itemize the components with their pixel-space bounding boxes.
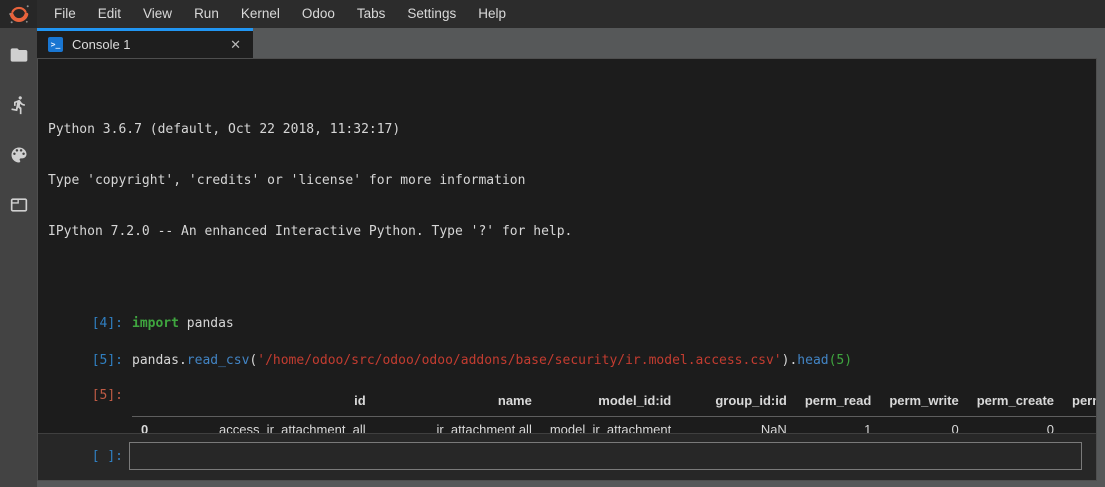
odoo-logo-icon <box>8 3 30 25</box>
sidebar-item-commands[interactable] <box>8 144 30 166</box>
dock-panel: >_ Console 1 ✕ Python 3.6.7 (default, Oc… <box>37 28 1105 487</box>
column-header: perm_create <box>968 388 1063 417</box>
column-header: group_id:id <box>680 388 796 417</box>
table-cell: NaN <box>680 417 796 434</box>
menu-file[interactable]: File <box>43 0 87 28</box>
banner-line-1: Python 3.6.7 (default, Oct 22 2018, 11:3… <box>48 121 1096 138</box>
menu-view[interactable]: View <box>132 0 183 28</box>
column-header: perm_write <box>880 388 967 417</box>
console-input[interactable] <box>129 442 1082 470</box>
table-cell: 0 <box>1063 417 1096 434</box>
string-token: '/home/odoo/src/odoo/odoo/addons/base/se… <box>257 353 781 368</box>
menu-help[interactable]: Help <box>467 0 517 28</box>
column-header: id <box>157 388 374 417</box>
console-input-area: [ ]: <box>38 433 1096 480</box>
table-cell: access_ir_attachment_all <box>157 417 374 434</box>
table-cell: 0 <box>880 417 967 434</box>
code-cell-4: [4]: import pandas <box>38 316 1096 331</box>
row-index: 0 <box>132 417 157 434</box>
function-token: head <box>797 353 828 368</box>
sidebar-item-running-sessions[interactable] <box>8 94 30 116</box>
output-prompt-5: [5]: <box>38 388 123 403</box>
input-prompt-4: [4]: <box>38 316 123 331</box>
table-cell: 1 <box>796 417 880 434</box>
keyword-token: import <box>132 316 179 331</box>
table-row: 0 access_ir_attachment_all ir_attachment… <box>132 417 1096 434</box>
menu-kernel[interactable]: Kernel <box>230 0 291 28</box>
banner-line-3: IPython 7.2.0 -- An enhanced Interactive… <box>48 223 1096 240</box>
menu-bar: File Edit View Run Kernel Odoo Tabs Sett… <box>0 0 1105 28</box>
index-header <box>132 388 157 417</box>
sidebar-item-open-tabs[interactable] <box>8 194 30 216</box>
jupyterlab-window: File Edit View Run Kernel Odoo Tabs Sett… <box>0 0 1105 487</box>
console-log: Python 3.6.7 (default, Oct 22 2018, 11:3… <box>38 59 1096 433</box>
code-line-4: import pandas <box>132 316 234 331</box>
menu-odoo[interactable]: Odoo <box>291 0 346 28</box>
menu-tabs[interactable]: Tabs <box>346 0 397 28</box>
number-token: (5) <box>829 353 852 368</box>
table-header-row: id name model_id:id group_id:id perm_rea… <box>132 388 1096 417</box>
kernel-banner: Python 3.6.7 (default, Oct 22 2018, 11:3… <box>48 87 1096 274</box>
banner-line-2: Type 'copyright', 'credits' or 'license'… <box>48 172 1096 189</box>
tab-label: Console 1 <box>72 37 219 52</box>
empty-input-prompt: [ ]: <box>38 449 123 464</box>
function-token: read_csv <box>187 353 250 368</box>
code-token: pandas <box>179 316 234 331</box>
odoo-logo <box>0 0 37 28</box>
column-header: model_id:id <box>541 388 680 417</box>
column-header: name <box>375 388 541 417</box>
running-man-icon <box>9 95 29 115</box>
code-line-5: pandas.read_csv('/home/odoo/src/odoo/odo… <box>132 353 852 368</box>
code-token: pandas. <box>132 353 187 368</box>
console-icon: >_ <box>48 37 63 52</box>
input-prompt-5: [5]: <box>38 353 123 368</box>
menu-items: File Edit View Run Kernel Odoo Tabs Sett… <box>43 0 517 28</box>
table-cell: ir_attachment all <box>375 417 541 434</box>
column-header: perm_read <box>796 388 880 417</box>
column-header: perm_unlink <box>1063 388 1096 417</box>
left-sidebar <box>0 28 37 487</box>
menu-edit[interactable]: Edit <box>87 0 132 28</box>
dataframe-table: id name model_id:id group_id:id perm_rea… <box>132 388 1096 433</box>
folder-icon <box>9 45 29 65</box>
table-cell: 0 <box>968 417 1063 434</box>
output-cell-5: [5]: id name model_id:id <box>38 388 1096 433</box>
tab-bar: >_ Console 1 ✕ <box>37 28 1105 58</box>
menu-run[interactable]: Run <box>183 0 230 28</box>
code-cell-5: [5]: pandas.read_csv('/home/odoo/src/odo… <box>38 353 1096 368</box>
tab-console-1[interactable]: >_ Console 1 ✕ <box>37 28 253 58</box>
close-icon[interactable]: ✕ <box>228 37 243 53</box>
code-token: ). <box>782 353 798 368</box>
palette-icon <box>9 145 29 165</box>
table-cell: model_ir_attachment <box>541 417 680 434</box>
console-panel: Python 3.6.7 (default, Oct 22 2018, 11:3… <box>37 58 1097 481</box>
sidebar-item-file-browser[interactable] <box>8 44 30 66</box>
menu-settings[interactable]: Settings <box>396 0 467 28</box>
tabs-icon <box>9 195 29 215</box>
